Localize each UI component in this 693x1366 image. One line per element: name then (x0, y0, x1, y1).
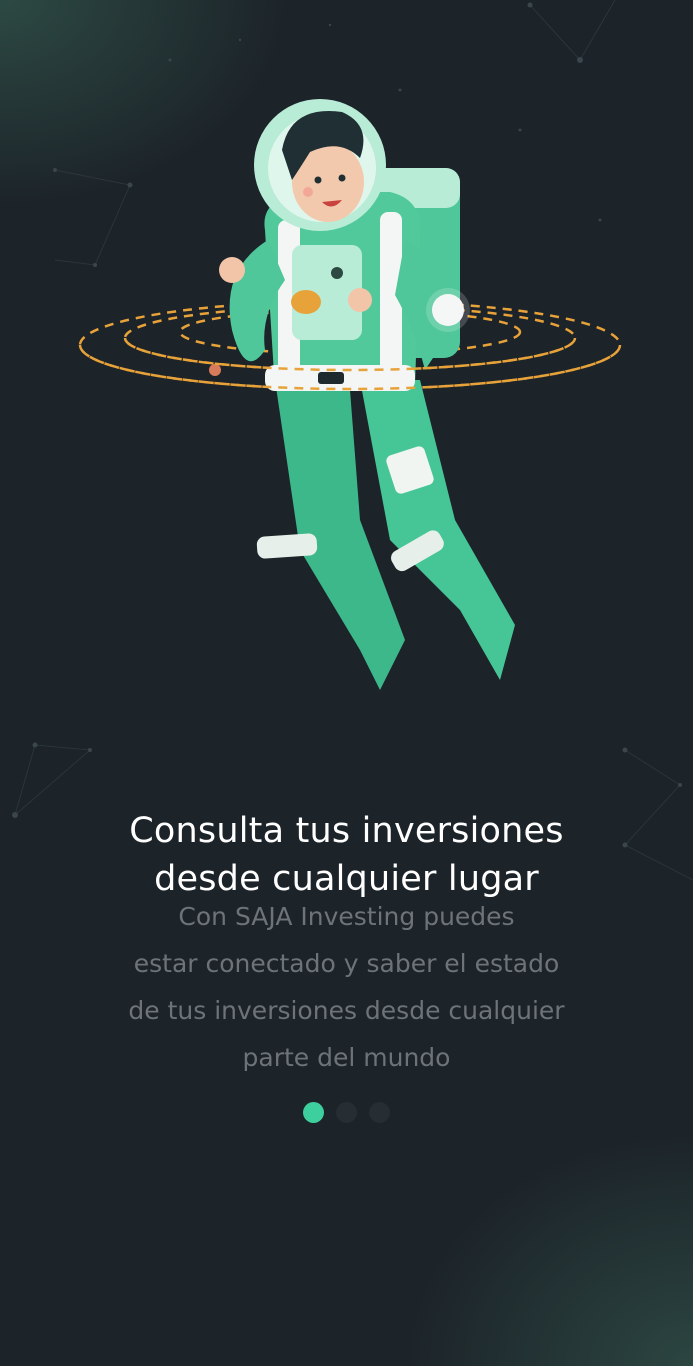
page-dot-1[interactable] (303, 1102, 324, 1123)
page-indicator (0, 1102, 693, 1124)
onboarding-title: Consulta tus inversiones desde cualquier… (0, 807, 693, 903)
description-line: Con SAJA Investing puedes (178, 902, 515, 931)
description-line: estar conectado y saber el estado (133, 949, 560, 978)
title-line: Consulta tus inversiones (129, 811, 564, 852)
page-dot-3[interactable] (369, 1102, 390, 1123)
page-dot-2[interactable] (336, 1102, 357, 1123)
onboarding-description: Con SAJA Investing puedes estar conectad… (0, 893, 693, 1081)
astronaut-illustration (78, 99, 622, 690)
description-line: de tus inversiones desde cualquier (128, 996, 565, 1025)
description-line: parte del mundo (242, 1043, 451, 1072)
